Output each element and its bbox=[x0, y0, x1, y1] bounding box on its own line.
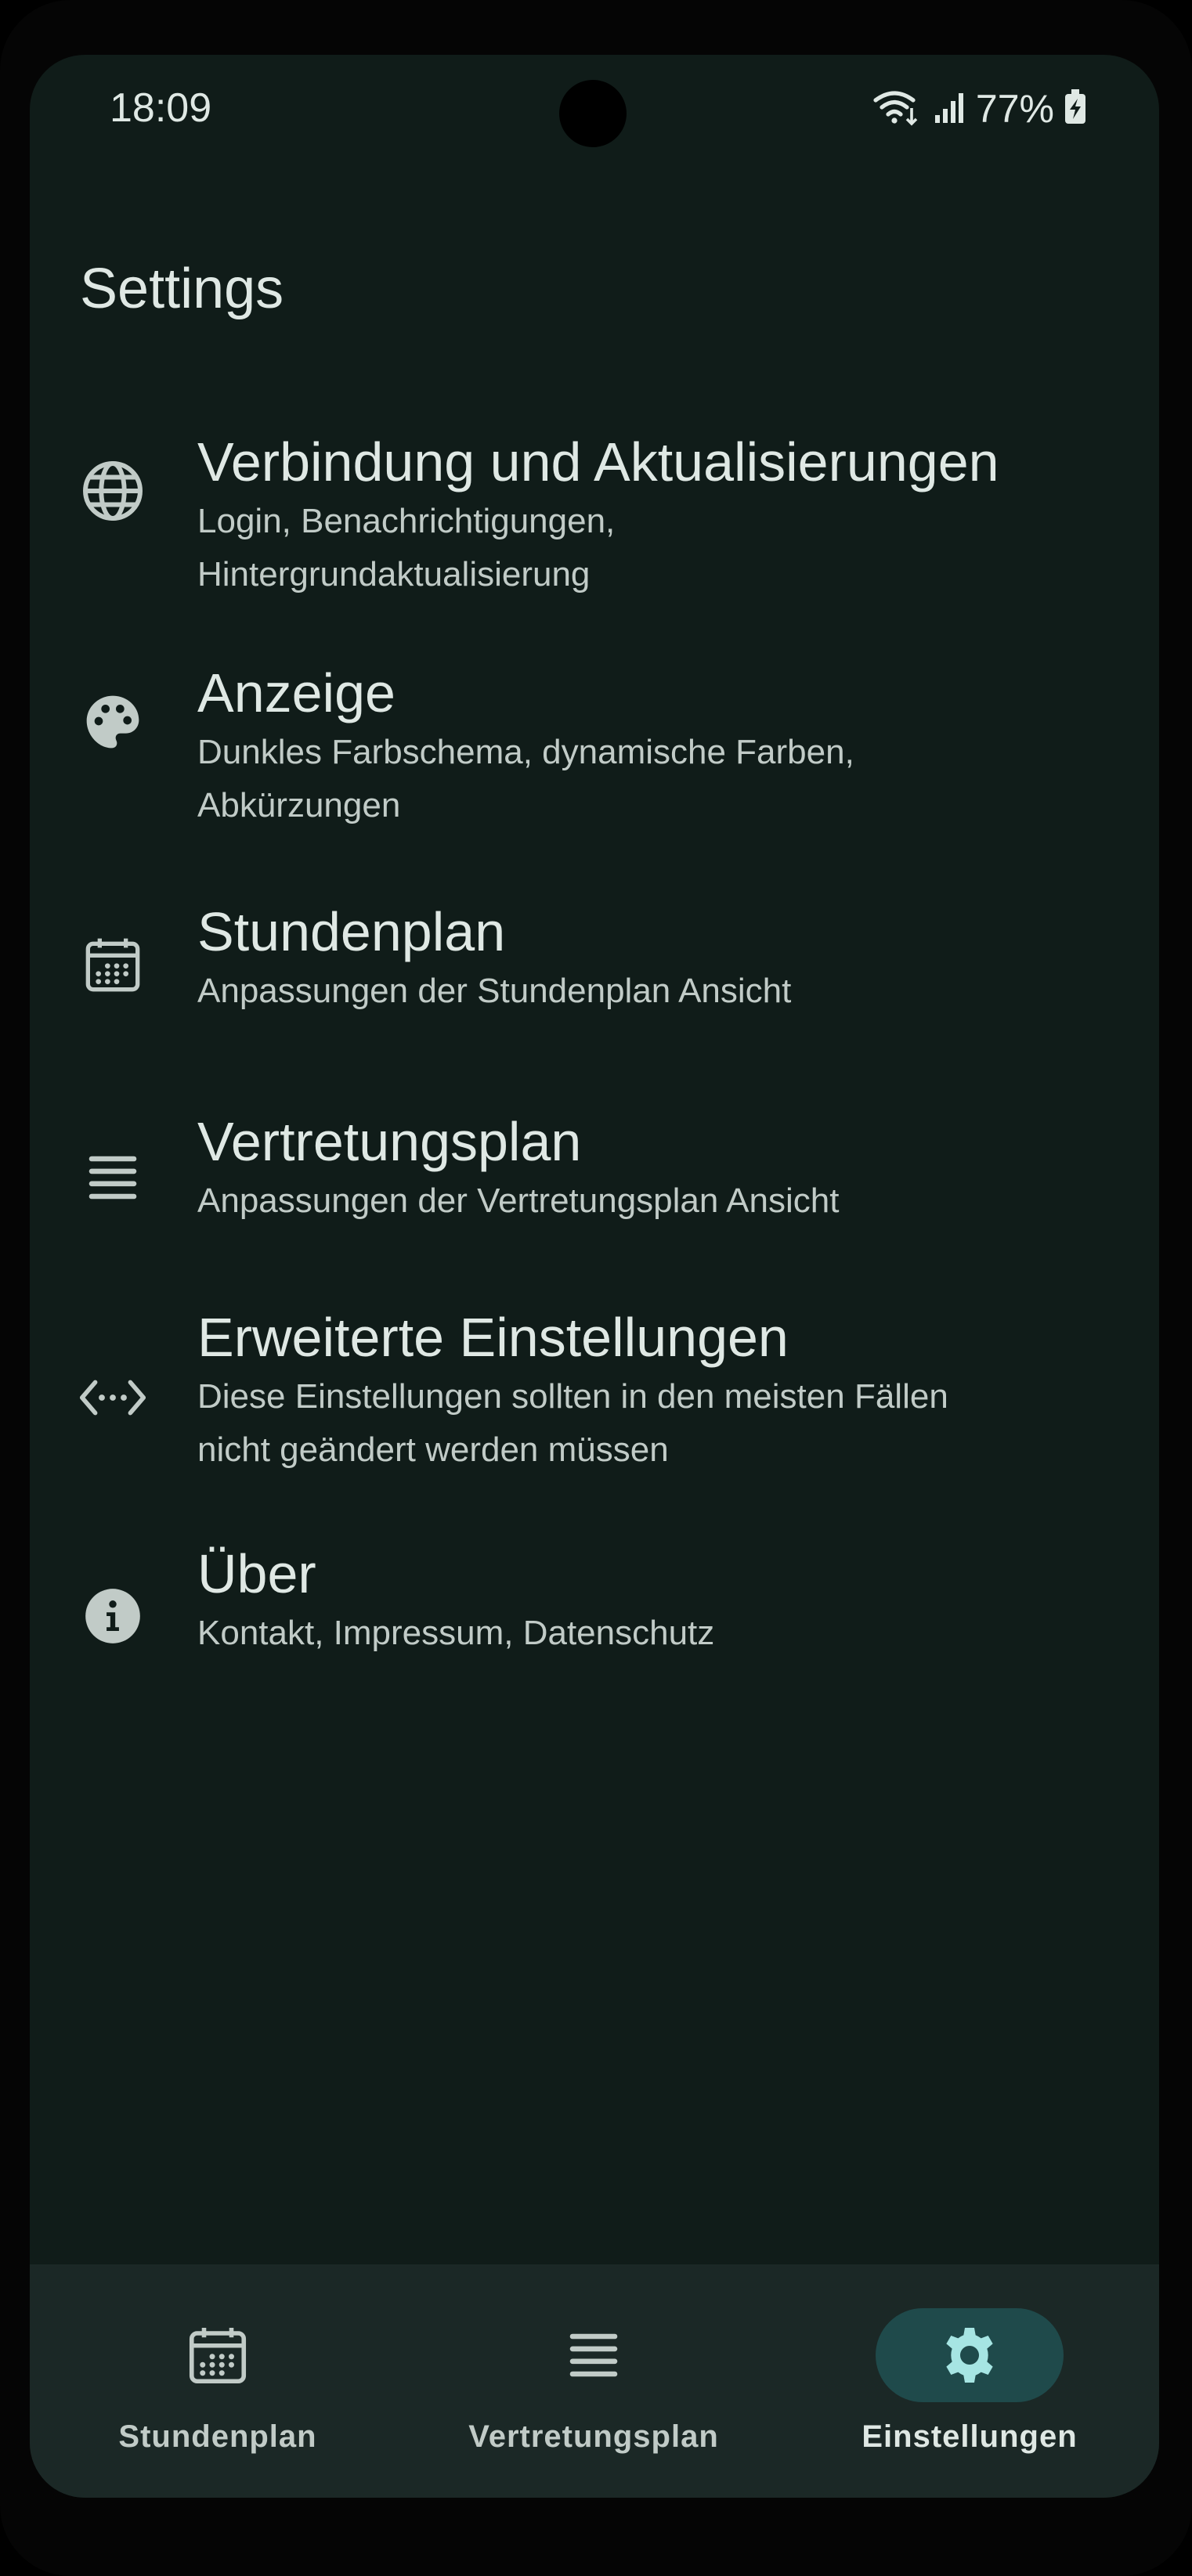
nav-label: Stundenplan bbox=[118, 2419, 317, 2454]
status-bar: 18:09 77% bbox=[30, 55, 1159, 172]
status-icons: 77% bbox=[872, 86, 1087, 132]
screen: 18:09 77% Settings Verbindung und Aktual… bbox=[30, 55, 1159, 2498]
settings-item-advanced[interactable]: Erweiterte Einstellungen Diese Einstellu… bbox=[30, 1276, 1159, 1495]
battery-percentage: 77% bbox=[975, 87, 1054, 131]
item-title: Stundenplan bbox=[197, 901, 506, 962]
calendar-icon bbox=[80, 932, 146, 998]
camera-cutout bbox=[559, 80, 627, 147]
nav-item-einstellungen[interactable]: Einstellungen bbox=[782, 2264, 1158, 2498]
item-subtitle: Login, Benachrichtigungen, Hintergrundakt… bbox=[197, 502, 616, 593]
settings-item-connection[interactable]: Verbindung und Aktualisierungen Login, B… bbox=[30, 376, 1159, 611]
globe-icon bbox=[80, 458, 146, 524]
item-title: Anzeige bbox=[197, 662, 396, 723]
battery-charging-icon bbox=[1064, 88, 1087, 129]
page-title: Settings bbox=[80, 258, 284, 320]
item-subtitle: Anpassungen der Stundenplan Ansicht bbox=[197, 972, 792, 1010]
settings-item-substitution-plan[interactable]: Vertretungsplan Anpassungen der Vertretu… bbox=[30, 1065, 1159, 1261]
nav-item-stundenplan[interactable]: Stundenplan bbox=[30, 2264, 406, 2498]
signal-icon bbox=[932, 90, 966, 128]
device-frame: 18:09 77% Settings Verbindung und Aktual… bbox=[0, 0, 1192, 2576]
gear-icon bbox=[876, 2308, 1064, 2402]
item-subtitle: Dunkles Farbschema, dynamische Farben, Ab… bbox=[197, 733, 854, 824]
list-icon bbox=[80, 1145, 146, 1210]
item-title: Erweiterte Einstellungen bbox=[197, 1307, 789, 1368]
status-time: 18:09 bbox=[110, 85, 212, 131]
info-icon bbox=[80, 1583, 146, 1649]
item-title: Verbindung und Aktualisierungen bbox=[197, 431, 999, 492]
settings-item-timetable[interactable]: Stundenplan Anpassungen der Stundenplan … bbox=[30, 853, 1159, 1057]
code-icon bbox=[80, 1365, 146, 1431]
nav-label: Vertretungsplan bbox=[468, 2419, 719, 2454]
item-subtitle: Kontakt, Impressum, Datenschutz bbox=[197, 1614, 715, 1652]
item-subtitle: Diese Einstellungen sollten in den meist… bbox=[197, 1377, 948, 1469]
nav-label: Einstellungen bbox=[861, 2419, 1078, 2454]
bottom-navigation: Stundenplan Vertretungsplan Einstellunge… bbox=[30, 2264, 1159, 2498]
calendar-icon bbox=[124, 2308, 312, 2402]
item-subtitle: Anpassungen der Vertretungsplan Ansicht bbox=[197, 1182, 840, 1220]
list-icon bbox=[500, 2308, 688, 2402]
settings-item-about[interactable]: Über Kontakt, Impressum, Datenschutz bbox=[30, 1511, 1159, 1715]
palette-icon bbox=[80, 689, 146, 755]
item-title: Über bbox=[197, 1543, 316, 1604]
wifi-icon bbox=[872, 88, 923, 131]
item-title: Vertretungsplan bbox=[197, 1111, 582, 1172]
nav-item-vertretungsplan[interactable]: Vertretungsplan bbox=[406, 2264, 782, 2498]
settings-item-display[interactable]: Anzeige Dunkles Farbschema, dynamische F… bbox=[30, 611, 1159, 846]
